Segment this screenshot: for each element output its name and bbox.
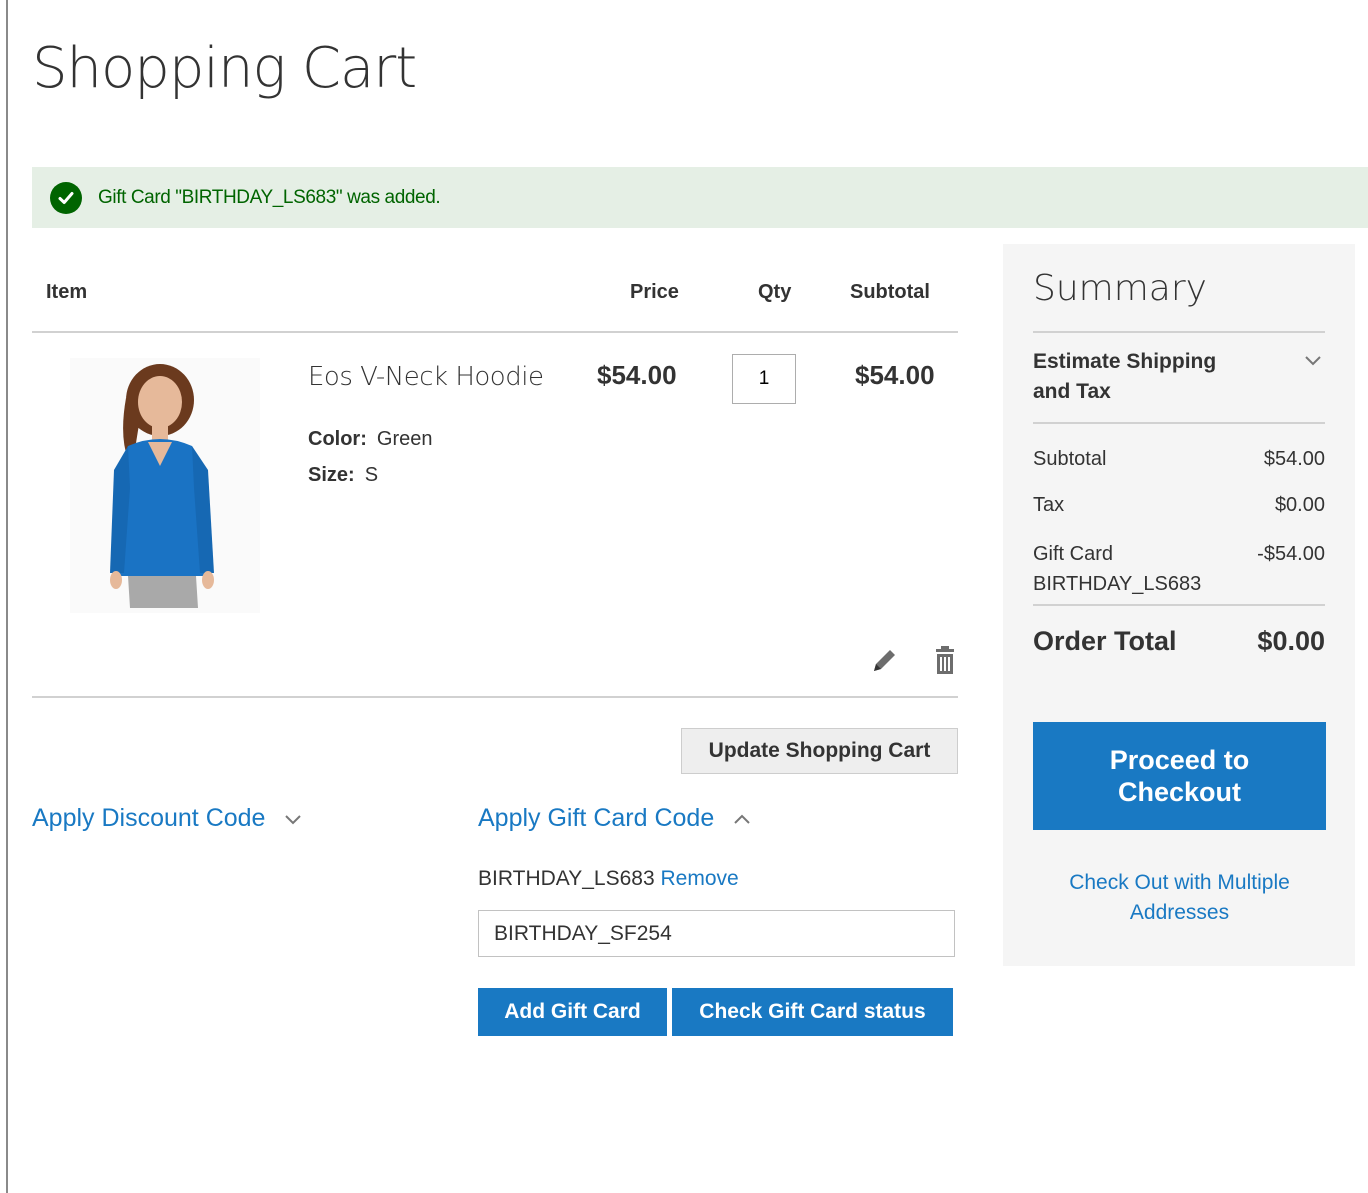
chevron-down-icon bbox=[285, 814, 302, 824]
applied-giftcard-code: BIRTHDAY_LS683 bbox=[478, 867, 655, 890]
giftcard-label: Gift Card bbox=[1033, 543, 1114, 565]
option-label: Color: bbox=[308, 428, 367, 450]
add-giftcard-button[interactable]: Add Gift Card bbox=[478, 988, 667, 1036]
item-price: $54.00 bbox=[597, 360, 677, 390]
option-label: Size: bbox=[308, 464, 355, 486]
summary-divider bbox=[1033, 604, 1325, 606]
check-giftcard-status-button[interactable]: Check Gift Card status bbox=[672, 988, 953, 1036]
tax-label: Tax bbox=[1033, 494, 1065, 516]
chevron-up-icon bbox=[734, 814, 750, 824]
giftcard-code-input[interactable] bbox=[478, 910, 955, 957]
summary-giftcard-row: Gift Card BIRTHDAY_LS683 -$54.00 bbox=[1033, 539, 1325, 599]
order-total-value: $0.00 bbox=[1257, 626, 1325, 656]
order-total-row: Order Total $0.00 bbox=[1033, 626, 1325, 657]
summary-divider bbox=[1033, 422, 1325, 424]
summary-tax-row: Tax $0.00 bbox=[1033, 494, 1325, 517]
chevron-down-icon[interactable] bbox=[1303, 354, 1323, 366]
update-cart-button[interactable]: Update Shopping Cart bbox=[681, 728, 958, 774]
checkmark-icon bbox=[50, 181, 82, 214]
apply-giftcard-toggle[interactable]: Apply Gift Card Code bbox=[478, 804, 752, 833]
giftcard-value: -$54.00 bbox=[1257, 543, 1325, 565]
column-header-price: Price bbox=[630, 281, 679, 303]
table-divider bbox=[32, 696, 958, 698]
trash-icon[interactable] bbox=[931, 646, 959, 676]
column-header-qty: Qty bbox=[758, 281, 792, 303]
summary-panel: Summary Estimate Shipping and Tax Subtot… bbox=[1003, 244, 1355, 966]
table-divider bbox=[32, 331, 958, 333]
subtotal-value: $54.00 bbox=[1263, 448, 1325, 470]
column-header-item: Item bbox=[46, 281, 88, 303]
option-value: S bbox=[364, 464, 379, 486]
giftcard-summary-label: Gift Card BIRTHDAY_LS683 bbox=[1033, 539, 1201, 599]
option-value: Green bbox=[376, 428, 433, 450]
order-total-label: Order Total bbox=[1033, 626, 1177, 656]
remove-giftcard-link[interactable]: Remove bbox=[661, 867, 739, 890]
success-message-text: Gift Card "BIRTHDAY_LS683" was added. bbox=[98, 186, 441, 208]
summary-title: Summary bbox=[1033, 268, 1207, 309]
giftcard-code: BIRTHDAY_LS683 bbox=[1033, 573, 1202, 595]
item-subtotal: $54.00 bbox=[855, 360, 935, 390]
product-option-color: Color: Green bbox=[308, 428, 432, 451]
apply-discount-label: Apply Discount Code bbox=[32, 804, 266, 832]
proceed-to-checkout-button[interactable]: Proceed to Checkout bbox=[1033, 722, 1326, 830]
qty-input[interactable] bbox=[732, 354, 796, 404]
product-option-size: Size: S bbox=[308, 464, 378, 487]
applied-giftcard: BIRTHDAY_LS683 Remove bbox=[478, 867, 739, 891]
page-title: Shopping Cart bbox=[32, 36, 417, 101]
apply-giftcard-label: Apply Gift Card Code bbox=[478, 804, 715, 832]
tax-value: $0.00 bbox=[1274, 494, 1325, 516]
success-message: Gift Card "BIRTHDAY_LS683" was added. bbox=[32, 167, 1368, 228]
checkout-button-label: Proceed to Checkout bbox=[1109, 745, 1250, 807]
subtotal-label: Subtotal bbox=[1033, 448, 1107, 470]
summary-divider bbox=[1033, 331, 1325, 333]
product-name-link[interactable]: Eos V-Neck Hoodie bbox=[308, 362, 544, 392]
column-header-subtotal: Subtotal bbox=[850, 281, 930, 303]
summary-subtotal-row: Subtotal $54.00 bbox=[1033, 448, 1325, 471]
edit-icon[interactable] bbox=[870, 646, 898, 676]
left-border bbox=[6, 0, 8, 1193]
multiple-addresses-link[interactable]: Check Out with Multiple Addresses bbox=[1033, 868, 1326, 928]
apply-discount-toggle[interactable]: Apply Discount Code bbox=[32, 804, 303, 833]
estimate-shipping-toggle[interactable]: Estimate Shipping and Tax bbox=[1033, 347, 1253, 407]
product-image[interactable] bbox=[70, 358, 260, 613]
